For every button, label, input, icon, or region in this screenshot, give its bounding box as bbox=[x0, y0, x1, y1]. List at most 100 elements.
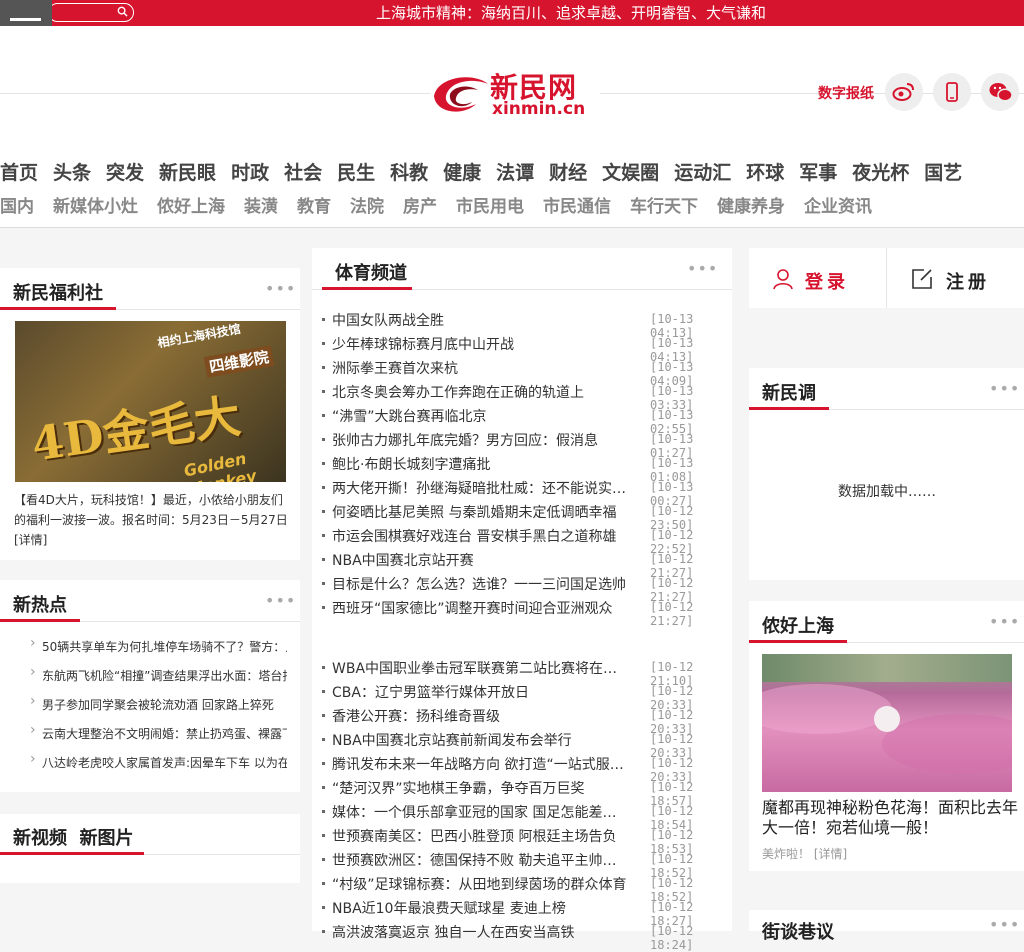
site-logo[interactable]: 新民网 xinmin.cn bbox=[430, 64, 600, 124]
news-title[interactable]: 张帅古力娜扎年底完婚？男方回应：假消息 bbox=[332, 430, 627, 450]
weibo-button[interactable] bbox=[885, 73, 923, 111]
shanghai-more-button[interactable]: ••• bbox=[989, 612, 1020, 631]
subnav-item[interactable]: 车行天下 bbox=[630, 192, 698, 217]
news-title[interactable]: “村级”足球锦标赛：从田地到绿茵场的群众体育 bbox=[332, 874, 627, 894]
hot-news-item[interactable]: 男子参加同学聚会被轮流劝酒 回家路上猝死 bbox=[30, 696, 287, 725]
news-title[interactable]: 腾讯发布未来一年战略方向 欲打造“一站式服务” bbox=[332, 754, 627, 774]
news-title[interactable]: 洲际拳王赛首次来杭 bbox=[332, 358, 627, 378]
news-item[interactable]: 腾讯发布未来一年战略方向 欲打造“一站式服务” [10-12 20:33] bbox=[322, 752, 722, 784]
street-more-button[interactable]: ••• bbox=[989, 915, 1020, 934]
nav-item[interactable]: 首页 bbox=[0, 158, 38, 185]
subnav-item[interactable]: 国内 bbox=[0, 192, 34, 217]
news-title[interactable]: 西班牙“国家德比”调整开赛时间迎合亚洲观众 bbox=[332, 598, 627, 618]
search-icon[interactable] bbox=[117, 6, 128, 17]
news-item[interactable]: 洲际拳王赛首次来杭 [10-13 04:09] bbox=[322, 356, 722, 388]
nav-item[interactable]: 社会 bbox=[284, 158, 322, 185]
nav-item[interactable]: 新民眼 bbox=[159, 158, 216, 185]
news-item[interactable]: NBA中国赛北京站开赛 [10-12 21:27] bbox=[322, 548, 722, 580]
nav-item[interactable]: 健康 bbox=[443, 158, 481, 185]
survey-more-button[interactable]: ••• bbox=[989, 379, 1020, 398]
news-item[interactable]: 张帅古力娜扎年底完婚？男方回应：假消息 [10-13 01:27] bbox=[322, 428, 722, 460]
news-title[interactable]: NBA中国赛北京站赛前新闻发布会举行 bbox=[332, 730, 627, 750]
news-title[interactable]: 目标是什么？怎么选？选谁？一一三问国足选帅 bbox=[332, 574, 627, 594]
news-item[interactable]: CBA：辽宁男篮举行媒体开放日 [10-12 20:33] bbox=[322, 680, 722, 712]
news-title[interactable]: 世预赛欧洲区：德国保持不败 勒夫追平主帅胜场纪录 bbox=[332, 850, 627, 870]
news-title[interactable]: NBA中国赛北京站开赛 bbox=[332, 550, 627, 570]
news-title[interactable]: 世预赛南美区：巴西小胜登顶 阿根廷主场告负 bbox=[332, 826, 627, 846]
wechat-button[interactable] bbox=[981, 73, 1019, 111]
subnav-item[interactable]: 侬好上海 bbox=[157, 192, 225, 217]
news-title[interactable]: 北京冬奥会筹办工作奔跑在正确的轨道上 bbox=[332, 382, 627, 402]
news-item[interactable]: 高洪波落寞返京 独自一人在西安当高铁 [10-12 18:24] bbox=[322, 920, 722, 952]
news-item[interactable]: 北京冬奥会筹办工作奔跑在正确的轨道上 [10-13 03:33] bbox=[322, 380, 722, 412]
search-input[interactable] bbox=[48, 3, 134, 22]
subnav-item[interactable]: 市民用电 bbox=[456, 192, 524, 217]
news-item[interactable]: “楚河汉界”实地棋王争霸，争夺百万巨奖 [10-12 18:57] bbox=[322, 776, 722, 808]
sports-more-button[interactable]: ••• bbox=[687, 259, 718, 278]
news-title[interactable]: 媒体：一个俱乐部拿亚冠的国家 国足怎能差成这样 bbox=[332, 802, 627, 822]
news-item[interactable]: 两大佬开撕！孙继海疑暗批杜威：还不能说实话吗 [10-13 00:27] bbox=[322, 476, 722, 508]
nav-item[interactable]: 运动汇 bbox=[674, 158, 731, 185]
news-item[interactable]: 世预赛南美区：巴西小胜登顶 阿根廷主场告负 [10-12 18:53] bbox=[322, 824, 722, 856]
news-title[interactable]: NBA近10年最浪费天赋球星 麦迪上榜 bbox=[332, 898, 627, 918]
news-title[interactable]: 少年棒球锦标赛月底中山开战 bbox=[332, 334, 627, 354]
nav-item[interactable]: 文娱圈 bbox=[602, 158, 659, 185]
nav-item[interactable]: 财经 bbox=[549, 158, 587, 185]
news-item[interactable]: “村级”足球锦标赛：从田地到绿茵场的群众体育 [10-12 18:52] bbox=[322, 872, 722, 904]
welfare-more-button[interactable]: ••• bbox=[265, 279, 296, 298]
subnav-item[interactable]: 装潢 bbox=[244, 192, 278, 217]
hot-news-item[interactable]: 八达岭老虎咬人家属首发声:因晕车下车 以为在路 bbox=[30, 754, 287, 783]
news-item[interactable]: 少年棒球锦标赛月底中山开战 [10-13 04:13] bbox=[322, 332, 722, 364]
subnav-item[interactable]: 市民通信 bbox=[543, 192, 611, 217]
nav-item[interactable]: 科教 bbox=[390, 158, 428, 185]
nav-item[interactable]: 头条 bbox=[53, 158, 91, 185]
mobile-button[interactable] bbox=[933, 73, 971, 111]
news-item[interactable]: 何姿晒比基尼美照 与秦凯婚期未定低调晒幸福 [10-12 23:50] bbox=[322, 500, 722, 532]
shanghai-meta[interactable]: 美炸啦！ [详情] bbox=[762, 845, 847, 862]
subnav-item[interactable]: 企业资讯 bbox=[804, 192, 872, 217]
nav-item[interactable]: 军事 bbox=[799, 158, 837, 185]
register-button[interactable]: 注册 bbox=[946, 268, 990, 294]
subnav-item[interactable]: 新媒体小灶 bbox=[53, 192, 138, 217]
nav-item[interactable]: 夜光杯 bbox=[852, 158, 909, 185]
subnav-item[interactable]: 健康养身 bbox=[717, 192, 785, 217]
hot-more-button[interactable]: ••• bbox=[265, 591, 296, 610]
news-item[interactable]: 香港公开赛：扬科维奇晋级 [10-12 20:33] bbox=[322, 704, 722, 736]
news-item[interactable]: NBA中国赛北京站赛前新闻发布会举行 [10-12 20:33] bbox=[322, 728, 722, 760]
news-title[interactable]: 两大佬开撕！孙继海疑暗批杜威：还不能说实话吗 bbox=[332, 478, 627, 498]
shanghai-caption[interactable]: 魔都再现神秘粉色花海！面积比去年大一倍！宛若仙境一般！ bbox=[762, 798, 1022, 838]
news-title[interactable]: “沸雪”大跳台赛再临北京 bbox=[332, 406, 627, 426]
login-button[interactable]: 登录 bbox=[805, 268, 849, 294]
nav-item[interactable]: 时政 bbox=[231, 158, 269, 185]
hot-news-item[interactable]: 云南大理整治不文明闹婚：禁止扔鸡蛋、裸露下身 bbox=[30, 725, 287, 754]
nav-item[interactable]: 国艺 bbox=[924, 158, 962, 185]
video-photo-title[interactable]: 新视频 新图片 bbox=[13, 824, 134, 850]
news-item[interactable]: 鲍比·布朗长城刻字遭痛批 [10-13 01:08] bbox=[322, 452, 722, 484]
subnav-item[interactable]: 房产 bbox=[403, 192, 437, 217]
subnav-item[interactable]: 法院 bbox=[350, 192, 384, 217]
pink-flower-field-photo[interactable] bbox=[762, 654, 1012, 792]
news-item[interactable]: 中国女队两战全胜 [10-13 04:13] bbox=[322, 308, 722, 340]
hot-news-item[interactable]: 东航两飞机险“相撞”调查结果浮出水面：塔台指挥 bbox=[30, 667, 287, 696]
news-title[interactable]: 高洪波落寞返京 独自一人在西安当高铁 bbox=[332, 922, 627, 942]
nav-item[interactable]: 民生 bbox=[337, 158, 375, 185]
nav-item[interactable]: 法谭 bbox=[496, 158, 534, 185]
news-title[interactable]: WBA中国职业拳击冠军联赛第二站比赛将在银川举行 bbox=[332, 658, 627, 678]
digital-newspaper-link[interactable]: 数字报纸 bbox=[818, 83, 874, 103]
news-item[interactable]: WBA中国职业拳击冠军联赛第二站比赛将在银川举行 [10-12 21:10] bbox=[322, 656, 722, 688]
news-item[interactable]: 媒体：一个俱乐部拿亚冠的国家 国足怎能差成这样 [10-12 18:54] bbox=[322, 800, 722, 832]
news-title[interactable]: 市运会围棋赛好戏连台 晋安棋手黑白之道称雄 bbox=[332, 526, 627, 546]
nav-item[interactable]: 突发 bbox=[106, 158, 144, 185]
news-item[interactable]: 世预赛欧洲区：德国保持不败 勒夫追平主帅胜场纪录 [10-12 18:52] bbox=[322, 848, 722, 880]
nav-item[interactable]: 环球 bbox=[746, 158, 784, 185]
news-item[interactable]: NBA近10年最浪费天赋球星 麦迪上榜 [10-12 18:27] bbox=[322, 896, 722, 928]
news-title[interactable]: 何姿晒比基尼美照 与秦凯婚期未定低调晒幸福 bbox=[332, 502, 627, 522]
news-title[interactable]: “楚河汉界”实地棋王争霸，争夺百万巨奖 bbox=[332, 778, 627, 798]
news-item[interactable]: 西班牙“国家德比”调整开赛时间迎合亚洲观众 [10-12 21:27] bbox=[322, 596, 722, 628]
hot-news-item[interactable]: 50辆共享单车为何扎堆停车场骑不了？警方：人为 bbox=[30, 638, 287, 667]
news-title[interactable]: CBA：辽宁男篮举行媒体开放日 bbox=[332, 682, 627, 702]
news-item[interactable]: 目标是什么？怎么选？选谁？一一三问国足选帅 [10-12 21:27] bbox=[322, 572, 722, 604]
news-title[interactable]: 香港公开赛：扬科维奇晋级 bbox=[332, 706, 627, 726]
news-item[interactable]: 市运会围棋赛好戏连台 晋安棋手黑白之道称雄 [10-12 22:52] bbox=[322, 524, 722, 556]
news-title[interactable]: 中国女队两战全胜 bbox=[332, 310, 627, 330]
